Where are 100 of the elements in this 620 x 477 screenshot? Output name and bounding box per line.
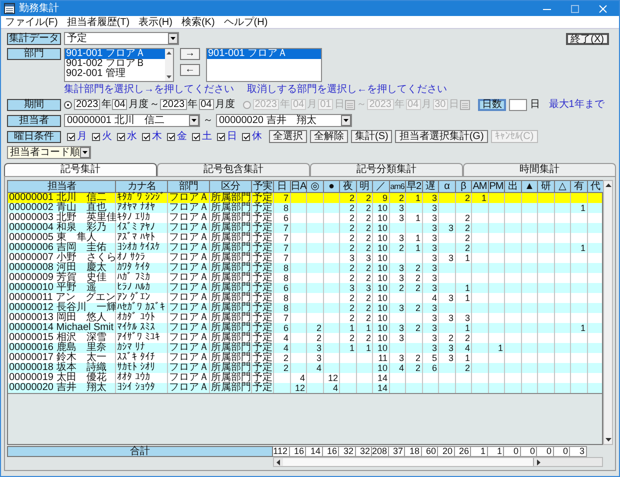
radio-button[interactable] — [64, 100, 72, 108]
add-button[interactable]: → — [180, 48, 200, 60]
table-row[interactable]: 00000019 太田 優花 ｵｵﾀ ﾕｳｶ フロアＡ 所属部門 予定 4 12 14 — [8, 373, 602, 383]
table-row[interactable]: 00000011 アン グエン ｱﾝ ｸﾞｴﾝ フロアＡ 所属部門 予定 8 2 2 10 4 3 1 — [8, 293, 602, 303]
checkbox[interactable] — [142, 132, 150, 140]
scroll-thumb[interactable] — [283, 458, 534, 466]
column-header[interactable]: am6 — [390, 181, 406, 193]
column-header[interactable]: 出 — [505, 181, 522, 193]
table-row[interactable]: 00000014 Michael Smit ﾏｲｹﾙ ｽﾐｽ フロアＡ 所属部門 予定 6 2 1 1 10 3 2 3 1 1 — [8, 323, 602, 333]
table-row[interactable]: 00000015 相沢 深雪 ｱｲｻﾞﾜ ﾐﾕｷ フロアＡ 所属部門 予定 4 2 2 2 10 3 3 2 2 — [8, 333, 602, 343]
down-arrow-icon[interactable] — [604, 435, 613, 444]
dropdown[interactable]: 00000001 北川 信二 — [64, 114, 200, 127]
tab[interactable]: 記号包含集計 — [157, 163, 310, 176]
tab[interactable]: 時間集計 — [463, 163, 616, 176]
column-header[interactable]: 予実 — [252, 181, 274, 193]
table-row[interactable]: 00000005 東 隼人 ｱｽﾞﾏ ﾊﾔﾄ フロアＡ 所属部門 予定 7 2 2 10 3 1 3 2 — [8, 233, 602, 243]
column-header[interactable]: 夜 — [340, 181, 356, 193]
column-header[interactable]: △ — [554, 181, 571, 193]
column-header[interactable]: PM — [488, 181, 505, 193]
table-row[interactable]: 00000004 和泉 彩乃 ｲｽﾞﾐ ｱﾔﾉ フロアＡ 所属部門 予定 7 2 2 10 3 3 2 — [8, 223, 602, 233]
list-item[interactable]: 901-001 フロアＡ — [207, 49, 321, 59]
table-row[interactable]: 00000007 小野 さくらｵﾉ ｻｸﾗ フロアＡ 所属部門 予定 7 3 3 10 3 3 1 — [8, 253, 602, 263]
clear-all-button[interactable]: 全解除 — [310, 130, 348, 143]
right-arrow-icon[interactable] — [534, 458, 543, 466]
column-header[interactable]: 区分 — [210, 181, 252, 193]
column-header[interactable]: ／ — [373, 181, 390, 193]
list-box[interactable]: 901-001 フロアＡ — [206, 48, 322, 82]
column-header[interactable]: 日 — [274, 181, 290, 193]
list-box[interactable]: 901-001 フロアＡ 901-002 フロアＢ 902-001 管理 — [64, 48, 174, 82]
date-field[interactable]: 2023 — [74, 99, 100, 110]
column-header[interactable]: 早2 — [406, 181, 422, 193]
menu-item[interactable]: 表示(H) — [138, 16, 172, 28]
column-header[interactable]: 研 — [538, 181, 554, 193]
dropdown[interactable]: 予定 — [64, 32, 179, 45]
down-arrow-icon[interactable] — [165, 73, 173, 81]
dropdown[interactable]: 00000020 吉井 翔太 — [216, 114, 352, 127]
column-header[interactable]: 明 — [356, 181, 373, 193]
checkbox[interactable] — [217, 132, 225, 140]
table-row[interactable]: 00000020 吉井 翔太 ﾖｼｲ ｼｮｳﾀ フロアＡ 所属部門 予定 12 4 14 — [8, 383, 602, 393]
table-row[interactable]: 00000012 長谷川 一輝ﾊｾｶﾞﾜ ｶｽﾞｷ フロアＡ 所属部門 予定 8 2 2 10 3 2 3 — [8, 303, 602, 313]
column-header[interactable]: 部門 — [168, 181, 210, 193]
staff-aggregate-button[interactable]: 担当者選択集計(G) — [395, 130, 488, 143]
column-header[interactable]: 有 — [571, 181, 588, 193]
menu-item[interactable]: ヘルプ(H) — [224, 16, 268, 28]
column-header[interactable]: 担当者 — [8, 181, 116, 193]
scrollbar[interactable] — [165, 49, 173, 81]
table-row[interactable]: 00000006 吉岡 圭佑 ﾖｼｵｶ ｹｲｽｹ フロアＡ 所属部門 予定 7 2 2 10 2 1 3 2 1 — [8, 243, 602, 253]
column-header[interactable]: β — [456, 181, 472, 193]
column-header[interactable]: ● — [324, 181, 340, 193]
table-row[interactable]: 00000001 北川 信二 ｷﾀｶﾞﾜ ｼﾝｼﾞ フロアＡ 所属部門 予定 7 2 2 9 2 1 3 2 1 — [8, 193, 602, 203]
table-row[interactable]: 00000016 鹿島 里奈 ｶｼﾏ ﾘﾅ フロアＡ 所属部門 予定 4 3 1 1 10 3 3 4 1 — [8, 343, 602, 353]
days-button[interactable]: 日数 — [478, 98, 506, 110]
select-all-button[interactable]: 全選択 — [269, 130, 307, 143]
total-cell: 14 — [306, 446, 322, 457]
table-row[interactable]: 00000008 河田 慶太 ｶﾜﾀ ｹｲﾀ フロアＡ 所属部門 予定 8 2 2 10 3 2 3 — [8, 263, 602, 273]
list-item[interactable]: 901-001 フロアＡ — [65, 49, 165, 59]
tab[interactable]: 記号分類集計 — [310, 163, 463, 176]
tab[interactable]: 記号集計 — [4, 163, 157, 176]
menu-item[interactable]: ファイル(F) — [5, 16, 58, 28]
left-arrow-icon[interactable] — [274, 458, 283, 466]
menu-item[interactable]: 担当者履歴(T) — [66, 16, 130, 28]
checkbox[interactable] — [242, 132, 250, 140]
checkbox[interactable] — [192, 132, 200, 140]
date-field[interactable]: 04 — [112, 99, 128, 110]
remove-button[interactable]: ← — [180, 64, 200, 76]
table-row[interactable]: 00000018 坂本 詩織 ｻｶﾓﾄ ｼｵﾘ フロアＡ 所属部門 予定 2 4 10 4 2 6 2 — [8, 363, 602, 373]
total-cell: 26 — [454, 446, 471, 457]
table-row[interactable]: 00000013 岡田 悠人 ｵｶﾀﾞ ﾕｳﾄ フロアＡ 所属部門 予定 7 2 2 10 3 3 3 — [8, 313, 602, 323]
list-item[interactable]: 901-002 フロアＢ — [65, 59, 165, 69]
table-row[interactable]: 00000003 北野 英里佳ｷﾀﾉ ｴﾘｶ フロアＡ 所属部門 予定 6 2 2 10 3 1 3 2 — [8, 213, 602, 223]
table-row[interactable]: 00000010 平野 遥 ﾋﾗﾉ ﾊﾙｶ フロアＡ 所属部門 予定 6 3 3 10 2 2 3 1 — [8, 283, 602, 293]
date-field[interactable]: 2023 — [160, 99, 187, 110]
table-row[interactable]: 00000009 芳賀 史佳 ﾊｶﾞ ﾌﾐｶ フロアＡ 所属部門 予定 8 2 2 10 3 2 3 — [8, 273, 602, 283]
scrollbar[interactable] — [603, 180, 613, 445]
column-header[interactable]: ◎ — [307, 181, 324, 193]
aggregate-button[interactable]: 集計(S) — [351, 130, 392, 143]
input-field[interactable] — [508, 98, 527, 110]
scrollbar[interactable] — [273, 457, 603, 467]
column-header[interactable]: カナ名 — [116, 181, 168, 193]
list-item[interactable]: 902-001 管理 — [65, 69, 165, 79]
window-title: 勤務集計 — [19, 3, 59, 14]
column-header[interactable]: α — [439, 181, 456, 193]
column-header[interactable]: 日A — [290, 181, 307, 193]
column-header[interactable]: ▲ — [522, 181, 538, 193]
column-header[interactable]: AM — [472, 181, 488, 193]
checkbox[interactable] — [167, 132, 175, 140]
total-cell: 0 — [504, 446, 520, 457]
column-header[interactable]: 遅 — [422, 181, 439, 193]
checkbox[interactable] — [92, 132, 100, 140]
exit-button[interactable]: 終了(X) — [566, 32, 609, 44]
up-arrow-icon[interactable] — [604, 181, 613, 190]
table-row[interactable]: 00000002 青山 直也 ｱｵﾔﾏ ﾅｵﾔ フロアＡ 所属部門 予定 8 2 2 10 3 3 1 — [8, 203, 602, 213]
checkbox[interactable] — [67, 132, 75, 140]
checkbox[interactable] — [117, 132, 125, 140]
menu-item[interactable]: 検索(K) — [181, 16, 215, 28]
close-icon[interactable] — [598, 4, 608, 14]
date-field[interactable]: 04 — [198, 99, 214, 110]
dropdown[interactable]: 担当者コード順 — [7, 146, 91, 159]
up-arrow-icon[interactable] — [165, 49, 173, 57]
table-row[interactable]: 00000017 鈴木 太一 ｽｽﾞｷ ﾀｲﾁ フロアＡ 所属部門 予定 2 3 11 3 2 5 3 1 — [8, 353, 602, 363]
